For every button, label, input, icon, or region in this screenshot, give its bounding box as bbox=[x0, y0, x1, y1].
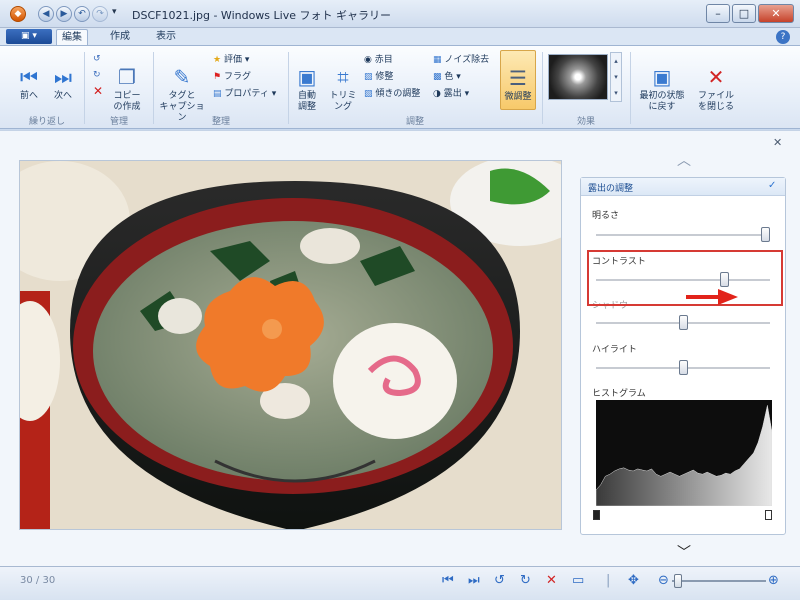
brightness-label: 明るさ bbox=[592, 211, 620, 221]
histogram-white-point[interactable] bbox=[765, 510, 772, 520]
rotate-left-icon[interactable]: ↺ bbox=[93, 54, 101, 65]
revert-button[interactable]: ▣ 最初の状態 に戻す bbox=[634, 54, 690, 113]
property-icon: ▤ bbox=[213, 89, 222, 99]
color-icon: ▩ bbox=[433, 72, 442, 82]
status-prev-icon[interactable]: ⏮ bbox=[442, 573, 454, 589]
tab-create[interactable]: 作成 bbox=[104, 29, 136, 46]
eye-icon: ◉ bbox=[364, 55, 372, 65]
back-icon[interactable]: ◀ bbox=[38, 6, 54, 22]
highlight-slider-thumb[interactable] bbox=[678, 360, 688, 375]
tab-edit[interactable]: 編集 bbox=[56, 29, 88, 46]
brightness-slider-thumb[interactable] bbox=[761, 227, 770, 242]
title-bar bbox=[0, 0, 800, 28]
close-file-button[interactable]: ✕ ファイル を閉じる bbox=[694, 54, 738, 113]
fine-tune-button[interactable]: ☰ 微調整 bbox=[500, 50, 536, 110]
app-icon: ◆ bbox=[10, 6, 26, 22]
histogram-label: ヒストグラム bbox=[592, 389, 646, 399]
ribbon-separator bbox=[84, 52, 85, 124]
property-button[interactable]: ▤ プロパティ ▾ bbox=[213, 89, 276, 100]
group-label-arrange: 整理 bbox=[211, 117, 230, 127]
auto-adjust-icon: ▣ bbox=[297, 65, 317, 89]
rating-button[interactable]: ★ 評価 ▾ bbox=[213, 55, 249, 66]
tag-icon: ✎ bbox=[173, 65, 191, 89]
status-next-icon[interactable]: ⏭ bbox=[468, 573, 480, 589]
histogram-chart bbox=[596, 400, 772, 506]
crop-button[interactable]: ⌗ トリミ ング bbox=[328, 54, 358, 113]
prev-button[interactable]: ⏮ 前へ bbox=[14, 54, 44, 102]
check-icon: ✓ bbox=[768, 180, 777, 191]
close-file-icon: ✕ bbox=[707, 65, 725, 89]
straighten-icon: ▧ bbox=[364, 89, 373, 99]
auto-adjust-button[interactable]: ▣ 自動 調整 bbox=[292, 54, 322, 113]
group-label-repeat: 繰り返し bbox=[28, 117, 65, 127]
ribbon-separator bbox=[153, 52, 154, 124]
status-rotate-right-icon[interactable]: ↻ bbox=[520, 573, 531, 589]
effects-scroll[interactable]: ▴ ▾ ▾ bbox=[610, 52, 622, 102]
tab-view[interactable]: 表示 bbox=[150, 29, 182, 46]
retouch-button[interactable]: ▨ 修整 bbox=[364, 72, 393, 83]
quick-access-dropdown-icon[interactable]: ▾ bbox=[112, 7, 117, 17]
retouch-icon: ▨ bbox=[364, 72, 373, 82]
collapse-up-icon[interactable]: ︿ bbox=[677, 150, 691, 170]
group-label-adjust: 調整 bbox=[405, 117, 424, 127]
sliders-icon: ☰ bbox=[509, 66, 527, 90]
next-icon: ⏭ bbox=[54, 65, 72, 89]
copy-button[interactable]: ❐ コピー の作成 bbox=[108, 54, 146, 113]
brightness-slider-track[interactable] bbox=[596, 234, 770, 236]
annotation-arrow-icon bbox=[686, 289, 738, 305]
window-title: DSCF1021.jpg - Windows Live フォト ギャラリー bbox=[132, 9, 391, 22]
histogram-black-point[interactable] bbox=[593, 510, 600, 520]
ribbon-separator bbox=[542, 52, 543, 124]
effect-thumbnail[interactable] bbox=[548, 54, 608, 100]
status-separator: | bbox=[606, 573, 611, 588]
red-eye-button[interactable]: ◉ 赤目 bbox=[364, 55, 393, 66]
rotate-right-icon[interactable]: ↻ bbox=[93, 70, 101, 81]
ribbon-separator bbox=[630, 52, 631, 124]
next-button[interactable]: ⏭ 次へ bbox=[48, 54, 78, 102]
photo-counter: 30 / 30 bbox=[20, 575, 56, 586]
revert-icon: ▣ bbox=[652, 65, 672, 89]
app-menu-button[interactable]: ▣ ▾ bbox=[6, 29, 52, 44]
group-label-manage: 管理 bbox=[109, 117, 128, 127]
status-slideshow-icon[interactable]: ▭ bbox=[572, 573, 584, 589]
exposure-button[interactable]: ◑ 露出 ▾ bbox=[433, 89, 469, 100]
zoom-slider-thumb[interactable] bbox=[674, 574, 682, 588]
flag-icon: ⚑ bbox=[213, 72, 222, 82]
ribbon-separator bbox=[288, 52, 289, 124]
photo-image bbox=[19, 160, 562, 530]
exposure-icon: ◑ bbox=[433, 89, 441, 99]
group-label-effects: 効果 bbox=[576, 117, 595, 127]
shadow-slider-thumb[interactable] bbox=[678, 315, 688, 330]
copy-icon: ❐ bbox=[118, 65, 136, 89]
help-icon[interactable]: ? bbox=[776, 30, 790, 44]
close-window-button[interactable]: ✕ bbox=[758, 4, 794, 23]
straighten-button[interactable]: ▧ 傾きの調整 bbox=[364, 89, 420, 100]
noise-icon: ▦ bbox=[433, 55, 442, 65]
maximize-button[interactable]: □ bbox=[732, 4, 756, 23]
star-icon: ★ bbox=[213, 55, 222, 65]
zoom-in-icon[interactable]: ⊕ bbox=[768, 573, 779, 589]
forward-icon[interactable]: ▶ bbox=[56, 6, 72, 22]
delete-icon[interactable]: ✕ bbox=[93, 85, 103, 97]
crop-icon: ⌗ bbox=[337, 65, 349, 89]
flag-button[interactable]: ⚑ フラグ bbox=[213, 72, 251, 83]
prev-icon: ⏮ bbox=[20, 65, 38, 89]
minimize-button[interactable]: – bbox=[706, 4, 730, 23]
status-fit-icon[interactable]: ✥ bbox=[628, 573, 639, 589]
noise-reduction-button[interactable]: ▦ ノイズ除去 bbox=[433, 55, 489, 66]
status-rotate-left-icon[interactable]: ↺ bbox=[494, 573, 505, 589]
status-delete-icon[interactable]: ✕ bbox=[546, 573, 557, 589]
panel-header: 露出の調整 bbox=[588, 184, 634, 194]
color-button[interactable]: ▩ 色 ▾ bbox=[433, 72, 461, 83]
zoom-slider-track[interactable] bbox=[672, 580, 766, 582]
zoom-out-icon[interactable]: ⊖ bbox=[658, 573, 669, 589]
undo-icon[interactable]: ↶ bbox=[74, 6, 90, 22]
highlight-label: ハイライト bbox=[592, 345, 637, 355]
redo-icon[interactable]: ↷ bbox=[92, 6, 108, 22]
close-panel-icon[interactable]: ✕ bbox=[773, 136, 782, 149]
expand-down-icon[interactable]: ﹀ bbox=[677, 542, 691, 562]
